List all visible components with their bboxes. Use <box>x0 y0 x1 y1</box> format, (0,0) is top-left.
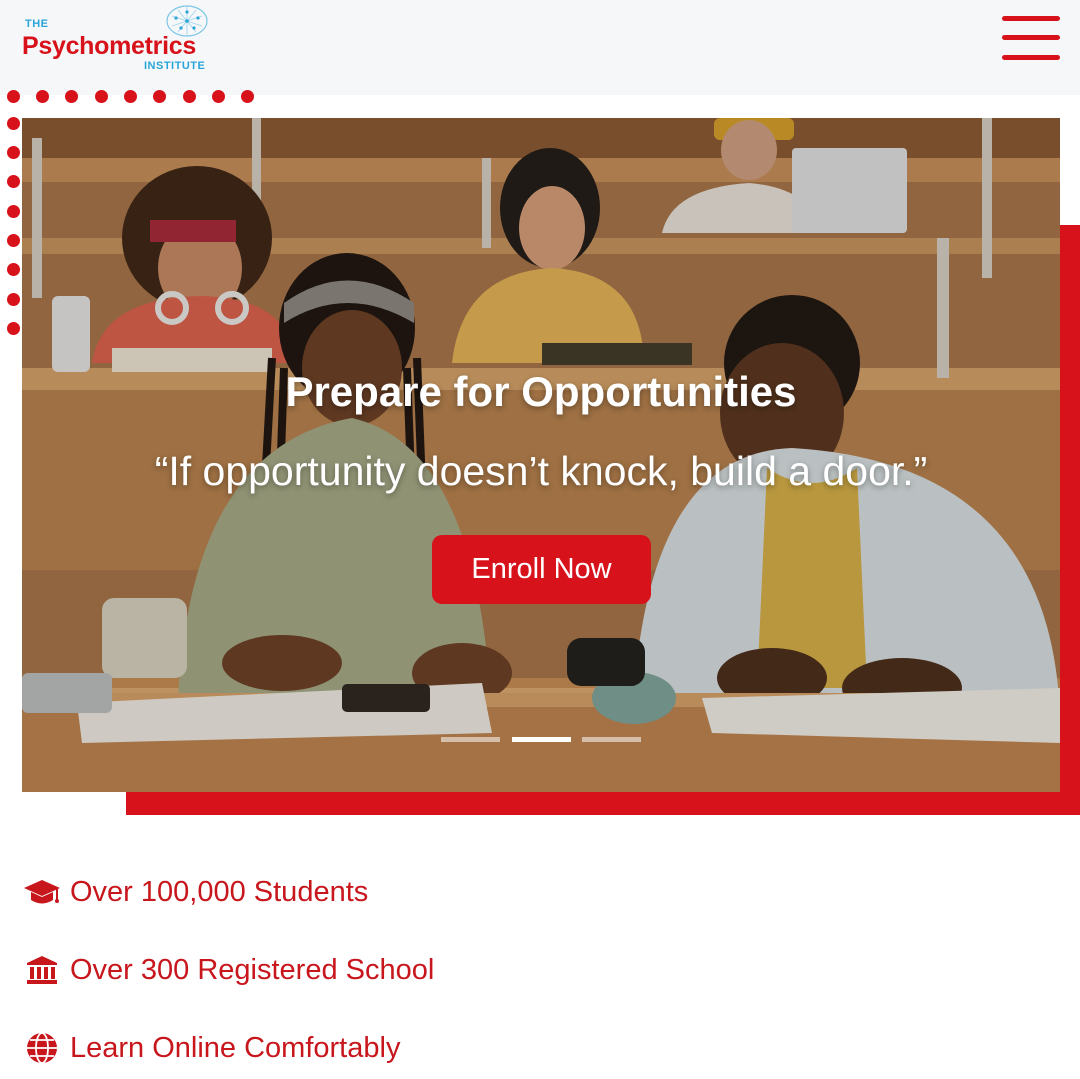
feature-label: Over 300 Registered School <box>70 953 435 986</box>
hero-quote: “If opportunity doesn’t knock, build a d… <box>154 448 928 494</box>
logo-name-text: Psychometrics <box>22 32 196 60</box>
hero-title: Prepare for Opportunities <box>285 368 797 415</box>
institution-icon <box>22 954 62 986</box>
menu-bar <box>1002 35 1060 40</box>
hamburger-menu-button[interactable] <box>1000 14 1062 64</box>
logo-the-text: THE <box>25 18 49 30</box>
slider-indicators <box>441 737 661 743</box>
site-logo[interactable]: THE Psychometrics INSTITUTE <box>22 5 222 78</box>
slide-indicator-1[interactable] <box>441 737 500 742</box>
hero-slider: Prepare for Opportunities “If opportunit… <box>22 118 1060 792</box>
feature-label: Over 100,000 Students <box>70 875 369 908</box>
feature-schools: Over 300 Registered School <box>22 950 434 990</box>
slide-indicator-3[interactable] <box>582 737 641 742</box>
feature-students: Over 100,000 Students <box>22 872 368 912</box>
enroll-now-button[interactable]: Enroll Now <box>432 535 651 604</box>
slide-indicator-2[interactable] <box>512 737 571 742</box>
feature-label: Learn Online Comfortably <box>70 1031 401 1064</box>
menu-bar <box>1002 16 1060 21</box>
logo-institute-text: INSTITUTE <box>144 60 206 72</box>
feature-online: Learn Online Comfortably <box>22 1028 400 1068</box>
site-header: THE Psychometrics INSTITUTE <box>0 0 1080 95</box>
globe-icon <box>22 1032 62 1064</box>
menu-bar <box>1002 55 1060 60</box>
graduation-cap-icon <box>22 876 62 908</box>
